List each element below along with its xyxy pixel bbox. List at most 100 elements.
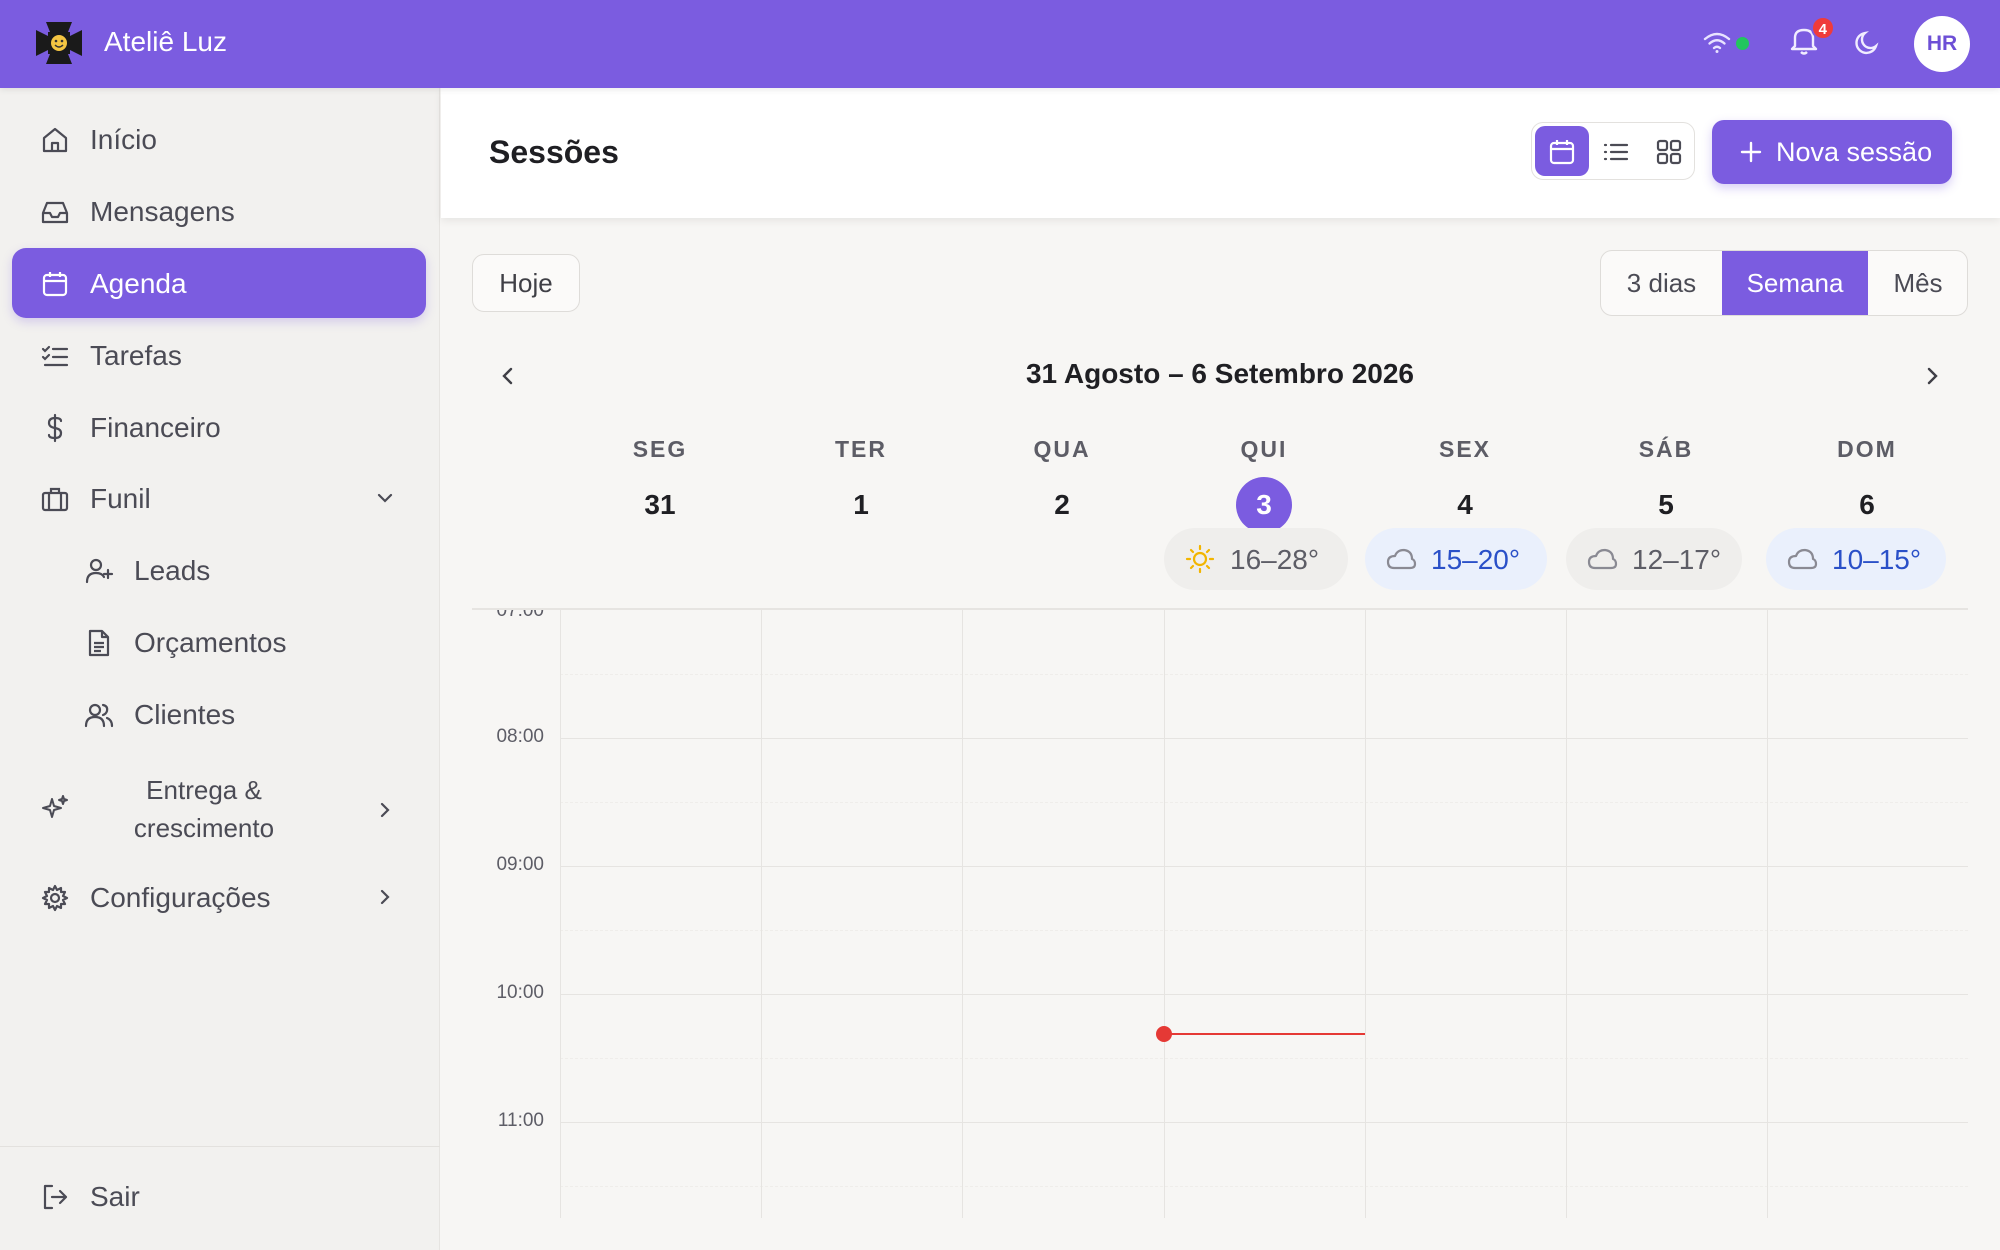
moon-icon[interactable] (1852, 28, 1882, 58)
sidebar-item-mensagens[interactable]: Mensagens (12, 176, 426, 246)
current-time-dot (1156, 1026, 1172, 1042)
chevron-right-icon[interactable] (1920, 364, 1944, 388)
sidebar-item-entrega-crescimento[interactable]: Entrega & crescimento (12, 763, 426, 853)
weather-chip-qui: 16–28° (1164, 528, 1348, 590)
half-hour-line (560, 674, 1968, 675)
time-label: 07:00 (496, 610, 544, 621)
calendar-view-button[interactable] (1535, 126, 1589, 176)
wifi-icon[interactable] (1702, 30, 1732, 54)
weather-range: 10–15° (1832, 544, 1922, 575)
list-icon (1603, 143, 1629, 161)
calendar-icon (1549, 140, 1575, 165)
sidebar-item-inicio[interactable]: Início (12, 104, 426, 174)
time-label: 08:00 (496, 726, 544, 747)
avatar[interactable]: HR (1914, 16, 1970, 72)
briefcase-icon (41, 487, 69, 512)
hour-line (560, 866, 1968, 867)
day-header-ter[interactable]: TER 1 (761, 436, 961, 533)
page-title: Sessões (489, 134, 619, 170)
weather-chip-dom: 10–15° (1766, 528, 1946, 590)
page-header: Sessões Nova sessão (441, 88, 2000, 218)
day-number: 1 (853, 489, 869, 520)
sidebar-item-agenda[interactable]: Agenda (12, 248, 426, 318)
day-name: QUA (1033, 436, 1091, 462)
cloud-icon (1587, 548, 1618, 570)
column-line (962, 610, 963, 1218)
day-header-seg[interactable]: SEG 31 (560, 436, 760, 533)
dollar-icon (47, 413, 63, 443)
notification-badge: 4 (1810, 16, 1835, 40)
sidebar-item-clientes[interactable]: Clientes (12, 682, 426, 746)
sidebar-divider (0, 1146, 440, 1147)
day-number: 2 (1054, 489, 1070, 520)
time-label: 09:00 (496, 854, 544, 875)
user-plus-icon (85, 558, 114, 584)
day-header-qua[interactable]: QUA 2 (962, 436, 1162, 533)
sidebar-item-tarefas[interactable]: Tarefas (12, 320, 426, 390)
sidebar: Início Mensagens Agenda Tarefas Financei… (0, 88, 440, 1250)
sidebar-item-label: Entrega & crescimento (133, 775, 275, 843)
sidebar-item-configuracoes[interactable]: Configurações (12, 862, 426, 932)
new-session-button[interactable]: Nova sessão (1712, 120, 1952, 184)
range-mes[interactable]: Mês (1868, 251, 1967, 315)
column-line (1365, 610, 1366, 1218)
weather-range: 12–17° (1632, 544, 1722, 575)
half-hour-line (560, 802, 1968, 803)
day-number-today: 3 (1236, 477, 1292, 533)
logout-icon (43, 1184, 68, 1210)
sidebar-item-label: Funil (90, 483, 151, 514)
sidebar-item-orcamentos[interactable]: Orçamentos (12, 610, 426, 674)
sidebar-item-label: Tarefas (90, 340, 182, 371)
weather-range: 16–28° (1230, 544, 1320, 575)
plus-icon (1740, 141, 1762, 163)
sidebar-item-label: Início (90, 124, 157, 155)
list-view-button[interactable] (1589, 126, 1643, 176)
day-number: 31 (644, 489, 676, 520)
sidebar-item-label: Orçamentos (134, 627, 287, 658)
day-header-sex[interactable]: SEX 4 (1365, 436, 1565, 533)
range-3-dias[interactable]: 3 dias (1601, 251, 1722, 315)
chevron-right-icon (380, 889, 390, 905)
day-name: TER (835, 436, 887, 462)
range-semana[interactable]: Semana (1722, 251, 1868, 315)
sidebar-item-leads[interactable]: Leads (12, 538, 426, 602)
day-name: SEG (632, 436, 688, 462)
day-header-dom[interactable]: DOM 6 (1767, 436, 1967, 533)
hour-line (560, 738, 1968, 739)
time-label: 10:00 (496, 982, 544, 1003)
chevron-down-icon[interactable] (374, 487, 396, 509)
sidebar-item-label: Clientes (134, 699, 236, 730)
sidebar-item-funil[interactable]: Funil (12, 463, 426, 533)
weather-range: 15–20° (1431, 544, 1521, 575)
online-status-dot (1736, 37, 1749, 50)
sidebar-item-label: Configurações (90, 882, 271, 913)
sidebar-item-label: Leads (134, 555, 211, 586)
checklist-icon (41, 345, 69, 367)
hour-line (560, 994, 1968, 995)
logo-icon (36, 22, 82, 64)
half-hour-line (560, 930, 1968, 931)
chevron-left-icon[interactable] (496, 364, 520, 388)
day-name: DOM (1837, 436, 1897, 462)
home-icon (42, 127, 68, 153)
day-header-sab[interactable]: SÁB 5 (1566, 436, 1766, 533)
logout-button[interactable]: Sair (12, 1164, 426, 1228)
sidebar-item-label: Financeiro (90, 412, 221, 443)
users-icon (84, 703, 114, 728)
inbox-icon (41, 201, 69, 224)
sparkles-icon (42, 795, 68, 818)
half-hour-line (560, 1186, 1968, 1187)
sidebar-item-financeiro[interactable]: Financeiro (12, 392, 426, 462)
day-name: SÁB (1638, 436, 1694, 462)
grid-view-button[interactable] (1642, 126, 1696, 176)
document-icon (88, 629, 110, 657)
today-button[interactable]: Hoje (472, 254, 580, 312)
chevron-right-icon (380, 802, 390, 818)
new-session-label: Nova sessão (1776, 137, 1933, 167)
day-header-qui[interactable]: QUI 3 (1164, 436, 1364, 533)
day-name: QUI (1240, 436, 1288, 462)
column-line (1767, 610, 1768, 1218)
column-line (560, 610, 561, 1218)
week-range-label: 31 Agosto – 6 Setembro 2026 (1025, 358, 1414, 389)
week-time-grid[interactable]: 07:00 08:00 09:00 10:00 11:00 (472, 610, 1968, 1218)
